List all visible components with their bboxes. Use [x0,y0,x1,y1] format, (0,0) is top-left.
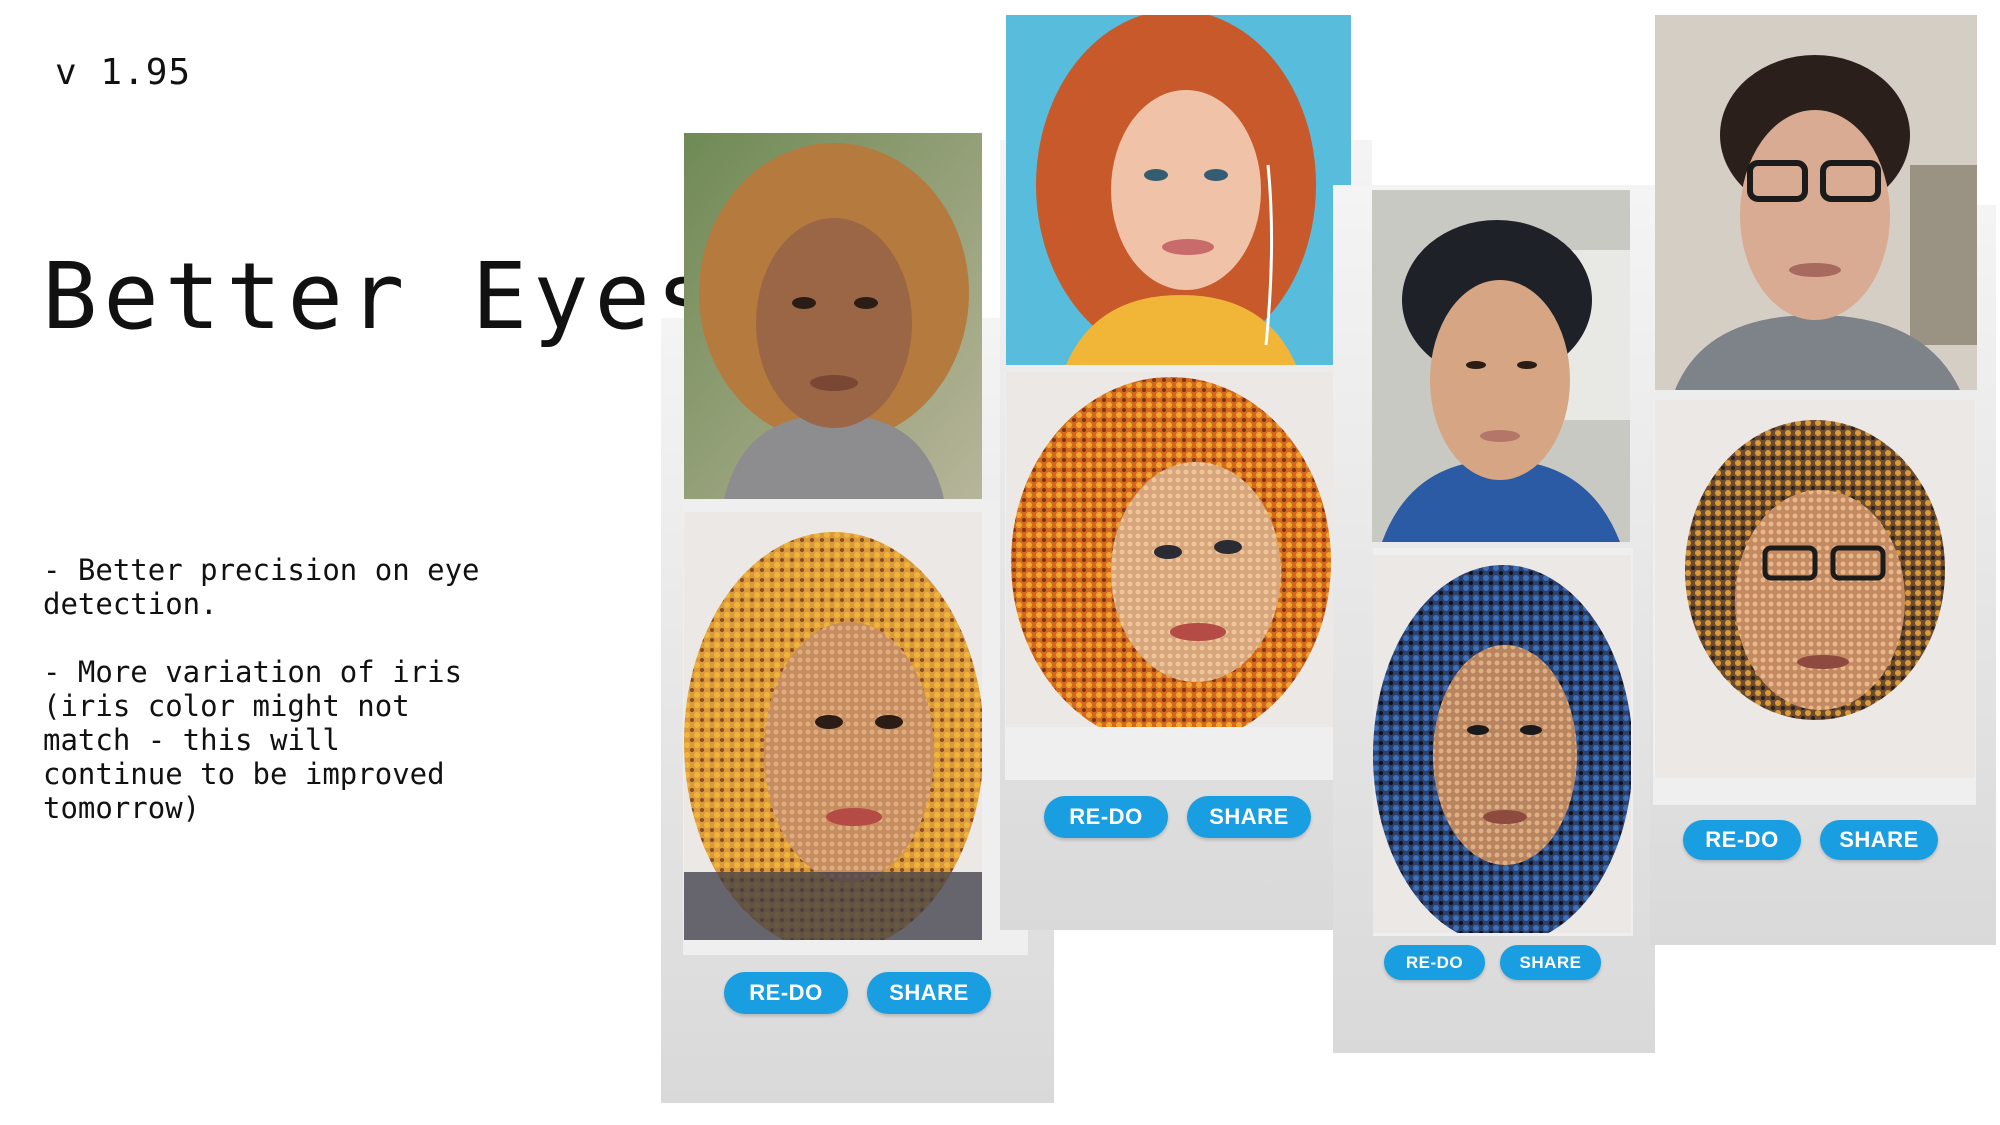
panel-2-share-button[interactable]: SHARE [1187,796,1311,838]
panel-2-source-photo [1006,15,1351,365]
panel-2-redo-button[interactable]: RE-DO [1044,796,1168,838]
panel-1-redo-button[interactable]: RE-DO [724,972,848,1014]
panel-4-redo-button[interactable]: RE-DO [1683,820,1801,860]
panel-1-source-photo [684,133,982,499]
panel-1-emoji-mosaic [684,512,982,940]
slide-notes: - Better precision on eye detection. - M… [43,553,480,825]
panel-3-redo-button[interactable]: RE-DO [1384,945,1485,980]
panel-4-source-photo [1655,15,1977,390]
panel-2-emoji-mosaic [1006,372,1351,727]
slide-title: Better Eyes [42,243,718,350]
panel-3-share-button[interactable]: SHARE [1500,945,1601,980]
panel-1-share-button[interactable]: SHARE [867,972,991,1014]
panel-4-emoji-mosaic [1655,400,1975,778]
panel-3-emoji-mosaic [1373,555,1631,933]
panel-3-source-photo [1372,190,1630,542]
version-label: v 1.95 [55,52,192,93]
panel-4-share-button[interactable]: SHARE [1820,820,1938,860]
